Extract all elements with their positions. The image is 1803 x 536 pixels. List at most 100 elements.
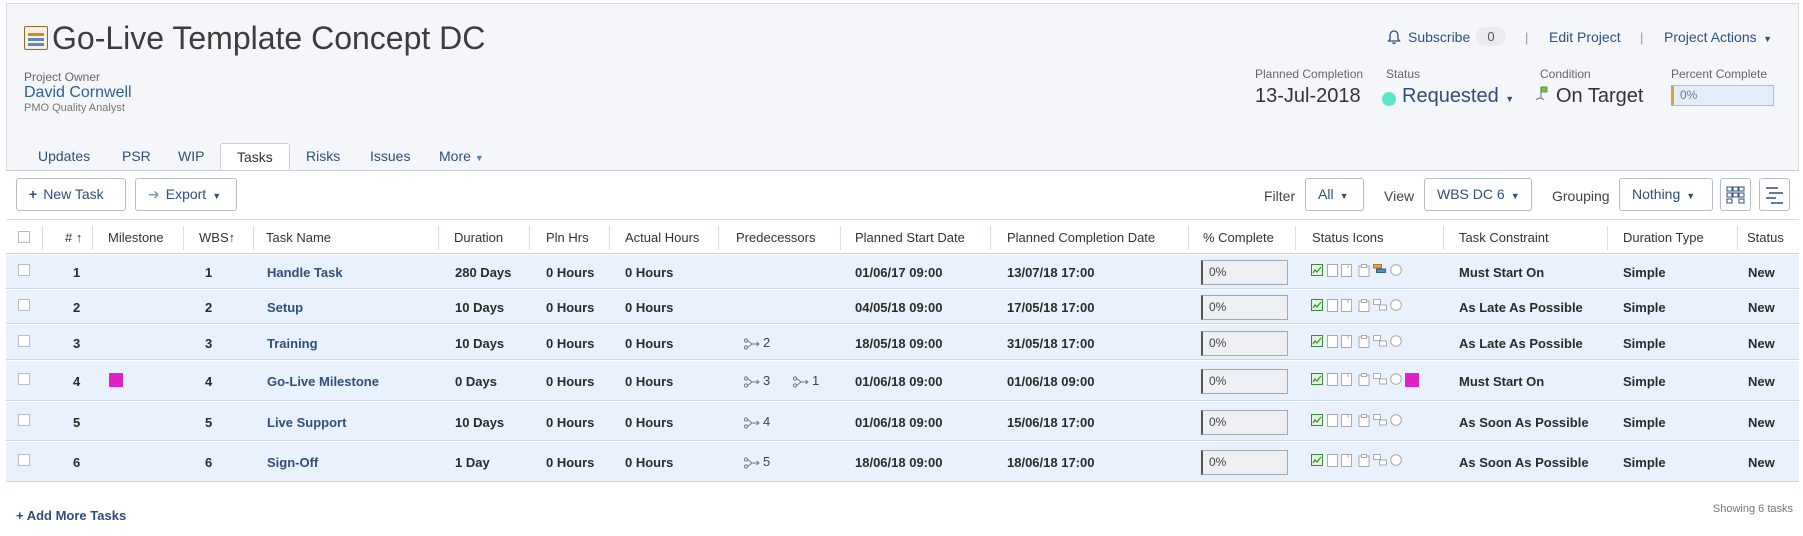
col-header-status[interactable]: Status xyxy=(1747,230,1784,245)
chart-status-icon xyxy=(1311,414,1323,426)
select-all-checkbox[interactable] xyxy=(18,231,30,243)
sort-asc-icon: ↑ xyxy=(75,230,83,245)
view-dropdown[interactable]: WBS DC 6 ▼ xyxy=(1424,178,1532,211)
row-pct-complete-bar[interactable]: 0% xyxy=(1201,369,1288,394)
subscribe-button[interactable]: Subscribe xyxy=(1408,29,1470,45)
column-divider xyxy=(718,226,719,250)
table-row[interactable]: 5 5 Live Support 10 Days 0 Hours 0 Hours 4 01/0… xyxy=(6,402,1799,441)
add-more-tasks-link[interactable]: + Add More Tasks xyxy=(16,508,126,523)
task-name-link[interactable]: Setup xyxy=(267,300,303,315)
row-duration: 10 Days xyxy=(455,415,505,430)
col-header-planned-completion[interactable]: Planned Completion Date xyxy=(1007,230,1155,245)
clipboard-icon xyxy=(1358,264,1370,277)
status-dropdown[interactable]: Requested ▼ xyxy=(1402,85,1514,108)
predecessor-number: 3 xyxy=(763,373,771,388)
tab-psr[interactable]: PSR xyxy=(122,143,151,170)
bell-icon[interactable] xyxy=(1387,30,1401,45)
column-divider xyxy=(1737,226,1738,250)
status-icons-group xyxy=(1311,414,1421,428)
row-pct-complete-bar[interactable]: 0% xyxy=(1201,450,1288,475)
tab-updates[interactable]: Updates xyxy=(38,143,90,170)
notes-icon xyxy=(1341,299,1352,312)
grouping-value: Nothing xyxy=(1632,186,1681,202)
row-pct-complete-bar[interactable]: 0% xyxy=(1201,410,1288,435)
predecessor-icon xyxy=(792,373,812,388)
col-header-num[interactable]: # ↑ xyxy=(65,230,82,245)
chevron-down-icon: ▼ xyxy=(474,153,484,163)
document-icon xyxy=(1327,335,1338,348)
col-header-task-name[interactable]: Task Name xyxy=(266,230,331,245)
row-duration: 280 Days xyxy=(455,265,512,280)
col-header-predecessors[interactable]: Predecessors xyxy=(736,230,815,245)
predecessor-icon xyxy=(743,335,763,350)
tab-risks[interactable]: Risks xyxy=(306,143,340,170)
status-icons-group xyxy=(1311,454,1421,468)
row-checkbox[interactable] xyxy=(18,335,30,347)
table-row[interactable]: 3 3 Training 10 Days 0 Hours 0 Hours 2 18/05/18… xyxy=(6,325,1799,360)
col-header-milestone[interactable]: Milestone xyxy=(108,230,164,245)
row-planned-completion: 01/06/18 09:00 xyxy=(1007,374,1095,389)
predecessor-icon xyxy=(743,414,763,429)
col-header-duration-type[interactable]: Duration Type xyxy=(1623,230,1704,245)
column-divider xyxy=(990,226,991,250)
row-duration-type: Simple xyxy=(1623,374,1666,389)
grouping-dropdown[interactable]: Nothing ▼ xyxy=(1619,178,1713,211)
task-name-link[interactable]: Go-Live Milestone xyxy=(267,374,379,389)
edit-project-link[interactable]: Edit Project xyxy=(1549,29,1621,45)
predecessor-link[interactable]: 2 xyxy=(743,335,770,350)
predecessor-link[interactable]: 3 xyxy=(743,373,770,388)
row-task-constraint: As Soon As Possible xyxy=(1459,455,1589,470)
row-actual-hours: 0 Hours xyxy=(625,415,674,430)
row-pln-hrs: 0 Hours xyxy=(546,415,595,430)
document-icon xyxy=(1327,414,1338,427)
row-pct-complete-bar[interactable]: 0% xyxy=(1201,260,1288,285)
new-task-button[interactable]: + New Task xyxy=(16,178,126,211)
tab-tasks[interactable]: Tasks xyxy=(220,143,290,170)
row-checkbox[interactable] xyxy=(18,299,30,311)
board-view-button[interactable] xyxy=(1720,178,1751,211)
row-duration: 10 Days xyxy=(455,336,505,351)
col-header-pct-complete[interactable]: % Complete xyxy=(1203,230,1274,245)
owner-name-link[interactable]: David Cornwell xyxy=(24,84,132,102)
indicator-circle-icon xyxy=(1390,454,1402,466)
task-name-link[interactable]: Handle Task xyxy=(267,265,343,280)
filter-dropdown[interactable]: All ▼ xyxy=(1305,178,1364,211)
successor-link[interactable]: 1 xyxy=(792,373,819,388)
col-header-task-constraint[interactable]: Task Constraint xyxy=(1459,230,1549,245)
document-icon xyxy=(1327,373,1338,386)
table-row[interactable]: 4 4 Go-Live Milestone 0 Days 0 Hours 0 Hours 3… xyxy=(6,361,1799,401)
table-row[interactable]: 6 6 Sign-Off 1 Day 0 Hours 0 Hours 5 18/06/18 0… xyxy=(6,442,1799,482)
table-row[interactable]: 2 2 Setup 10 Days 0 Hours 0 Hours 04/05/18 09:… xyxy=(6,290,1799,324)
milestone-flag-icon xyxy=(109,373,123,387)
tab-more[interactable]: More ▼ xyxy=(439,143,484,170)
view-label: View xyxy=(1384,188,1415,204)
row-checkbox[interactable] xyxy=(18,414,30,426)
export-button[interactable]: ➔ Export ▼ xyxy=(135,178,237,211)
tab-wip[interactable]: WIP xyxy=(178,143,204,170)
predecessor-link[interactable]: 5 xyxy=(743,454,770,469)
col-header-duration[interactable]: Duration xyxy=(454,230,503,245)
plus-icon: + xyxy=(29,186,38,202)
task-name-link[interactable]: Live Support xyxy=(267,415,346,430)
col-header-pln-hrs[interactable]: Pln Hrs xyxy=(546,230,589,245)
col-header-planned-start[interactable]: Planned Start Date xyxy=(855,230,965,245)
row-planned-completion: 15/06/18 17:00 xyxy=(1007,415,1095,430)
row-checkbox[interactable] xyxy=(18,373,30,385)
row-checkbox[interactable] xyxy=(18,454,30,466)
column-divider xyxy=(253,226,254,250)
gantt-view-button[interactable] xyxy=(1759,178,1790,211)
col-header-wbs[interactable]: WBS↑ xyxy=(199,230,235,245)
table-row[interactable]: 1 1 Handle Task 280 Days 0 Hours 0 Hours 01/06… xyxy=(6,255,1799,289)
col-header-status-icons[interactable]: Status Icons xyxy=(1312,230,1384,245)
task-name-link[interactable]: Training xyxy=(267,336,318,351)
row-pct-complete-bar[interactable]: 0% xyxy=(1201,295,1288,320)
row-pct-complete-bar[interactable]: 0% xyxy=(1201,331,1288,356)
project-actions-menu[interactable]: Project Actions ▼ xyxy=(1664,29,1772,45)
row-checkbox[interactable] xyxy=(18,264,30,276)
column-divider xyxy=(42,226,43,250)
tab-issues[interactable]: Issues xyxy=(370,143,410,170)
col-header-actual-hours[interactable]: Actual Hours xyxy=(625,230,699,245)
predecessor-link[interactable]: 4 xyxy=(743,414,770,429)
task-name-link[interactable]: Sign-Off xyxy=(267,455,318,470)
tab-more-label: More xyxy=(439,148,471,164)
